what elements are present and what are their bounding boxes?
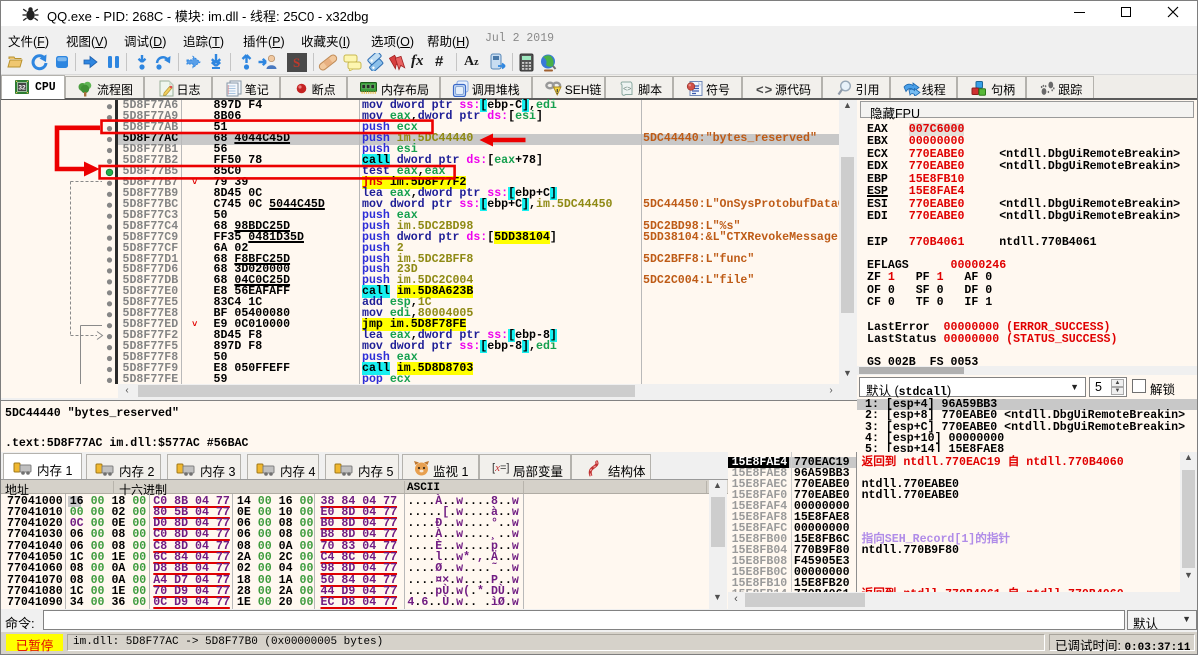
svg-text:<>: <> bbox=[623, 86, 631, 93]
svg-text:32: 32 bbox=[18, 85, 26, 92]
